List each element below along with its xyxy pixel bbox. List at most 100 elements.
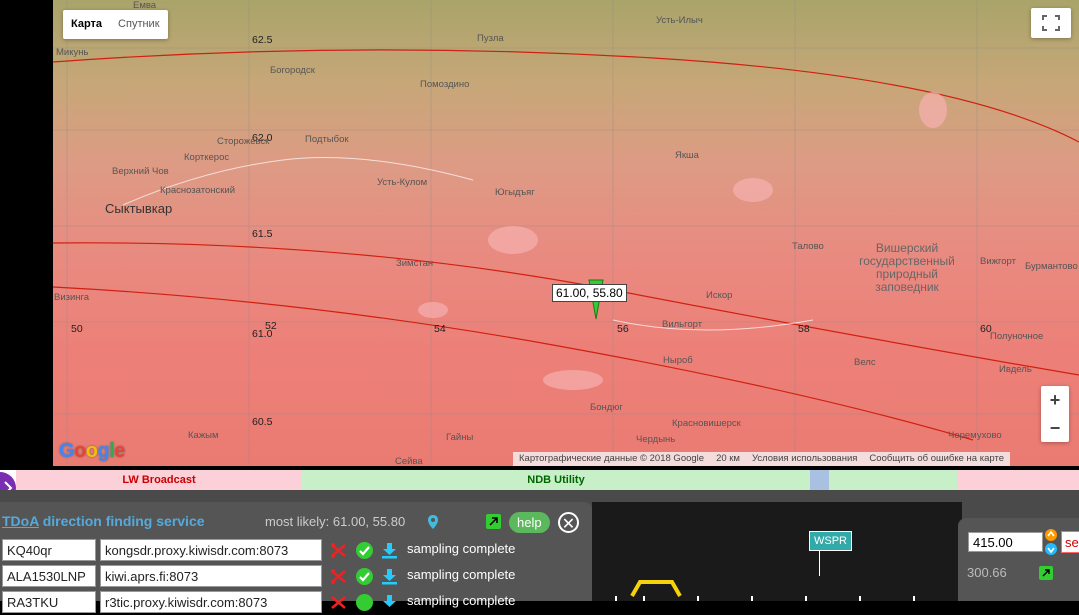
band-lw-broadcast[interactable]: LW Broadcast [16,470,302,490]
band-bar: LW Broadcast NDB Utility [0,470,1079,490]
host-field[interactable]: r3tic.proxy.kiwisdr.com:8073 [100,591,322,613]
band-segment[interactable] [810,470,829,490]
place-label: Помоздино [420,79,470,90]
place-label: Чердынь [636,434,676,445]
lon-label: 56 [617,323,629,335]
lat-label: 60.5 [252,416,273,428]
host-field[interactable]: kiwi.aprs.fi:8073 [100,565,322,587]
help-button[interactable]: help [509,512,550,533]
place-label: Микунь [56,47,89,58]
place-label: Зимстан [396,258,434,269]
place-label: Бурмантово [1025,261,1078,272]
frequency-step-arrows-icon[interactable] [1044,528,1058,556]
place-label: Сторожевск [217,136,270,147]
place-label: Полуночное [990,331,1044,342]
place-label: Вижгорт [980,256,1016,267]
callsign-field[interactable]: KQ40qr [2,539,96,561]
place-label: Искор [706,290,733,301]
place-label: Усть-Илыч [656,15,703,26]
zoom-control: + − [1041,386,1069,442]
scale-tick [913,596,915,601]
lon-label: 52 [265,320,277,332]
place-label: Нырoб [663,355,693,366]
scissors-icon[interactable] [330,542,347,559]
check-icon[interactable] [356,568,373,585]
city-label: Сыктывкар [105,201,173,216]
reserve-label: Вишерский государственный природный запо… [859,241,955,294]
scale-tick [859,596,861,601]
place-label: Гайны [446,432,474,443]
callsign-field[interactable]: ALA1530LNP [2,565,96,587]
place-label: Вильгорт [662,319,703,330]
map-scale: 20 км [716,453,740,464]
report-error-link[interactable]: Сообщить об ошибке на карте [869,452,1004,466]
lon-label: 50 [71,323,83,335]
band-segment[interactable] [829,470,957,490]
terms-link[interactable]: Условия использования [752,452,857,466]
band-ndb-utility[interactable]: NDB Utility [302,470,810,490]
place-label: Кажым [188,430,219,441]
tdoa-link[interactable]: TDoA [2,513,39,529]
status-text: sampling complete [407,567,516,582]
map-type-control: Карта Спутник [63,10,168,39]
callsign-field[interactable]: RA3TKU [2,591,96,613]
position-label: 61.00, 55.80 [552,284,627,302]
map-overlay [53,0,1079,466]
place-label: Югыдъяг [495,187,535,198]
tdoa-title: TDoA direction finding service [2,513,205,529]
map-marker-icon[interactable] [427,514,439,530]
lon-label: 54 [434,323,446,335]
place-label: Пузла [477,33,504,44]
fullscreen-icon [1042,15,1060,31]
place-label: Подтыбок [305,134,349,145]
passband-icon[interactable] [630,578,682,598]
place-label: Визинга [54,292,90,303]
place-label: Богородск [270,65,315,76]
place-label: Корткерос [184,152,230,163]
download-icon[interactable] [381,568,398,585]
frequency-input[interactable]: 415.00 [968,532,1043,552]
status-text: sampling complete [407,541,516,556]
place-label: Талово [792,241,824,252]
place-label: Верхний Чов [112,166,169,177]
check-icon[interactable] [356,542,373,559]
secondary-frequency: 300.66 [967,565,1007,580]
band-segment[interactable] [957,470,1079,490]
map-type-satellite-button[interactable]: Спутник [110,10,167,39]
google-logo: Google [59,440,125,462]
tdoa-title-text: direction finding service [42,513,205,529]
scissors-icon[interactable] [330,594,347,611]
wspr-marker[interactable]: WSPR [809,531,852,551]
zoom-out-button[interactable]: − [1041,414,1069,442]
place-label: Краснозатонский [160,185,235,196]
most-likely-text: most likely: 61.00, 55.80 [265,514,406,529]
tdoa-panel: TDoA direction finding service most like… [0,502,592,613]
zoom-in-button[interactable]: + [1041,386,1069,414]
scale-tick [805,596,807,601]
fullscreen-button[interactable] [1031,8,1071,38]
map-view[interactable]: Карта Спутник 62.5 62.0 61.5 61.0 60.5 5… [53,0,1079,466]
scissors-icon[interactable] [330,568,347,585]
place-label: Сейва [395,456,423,466]
scale-tick [697,596,699,601]
map-type-map-button[interactable]: Карта [63,10,110,39]
check-icon[interactable] [356,594,373,611]
extra-field[interactable]: se [1061,531,1079,553]
download-icon[interactable] [381,594,398,611]
map-data-credit: Картографические данные © 2018 Google [519,453,705,464]
download-icon[interactable] [381,542,398,559]
place-label: Красновишерск [672,418,741,429]
scale-tick [751,596,753,601]
open-external-icon[interactable] [486,514,501,529]
scale-tick [643,596,645,601]
close-button[interactable]: ✕ [558,512,579,533]
host-field[interactable]: kongsdr.proxy.kiwisdr.com:8073 [100,539,322,561]
place-label: Емва [133,0,157,11]
open-external-icon[interactable] [1039,566,1053,580]
place-label: Чeремухово [948,430,1002,441]
place-label: Ивдель [999,364,1032,375]
place-label: Якша [675,150,699,161]
place-label: Велс [854,357,876,368]
lon-label: 58 [798,323,810,335]
scale-tick [615,596,617,601]
